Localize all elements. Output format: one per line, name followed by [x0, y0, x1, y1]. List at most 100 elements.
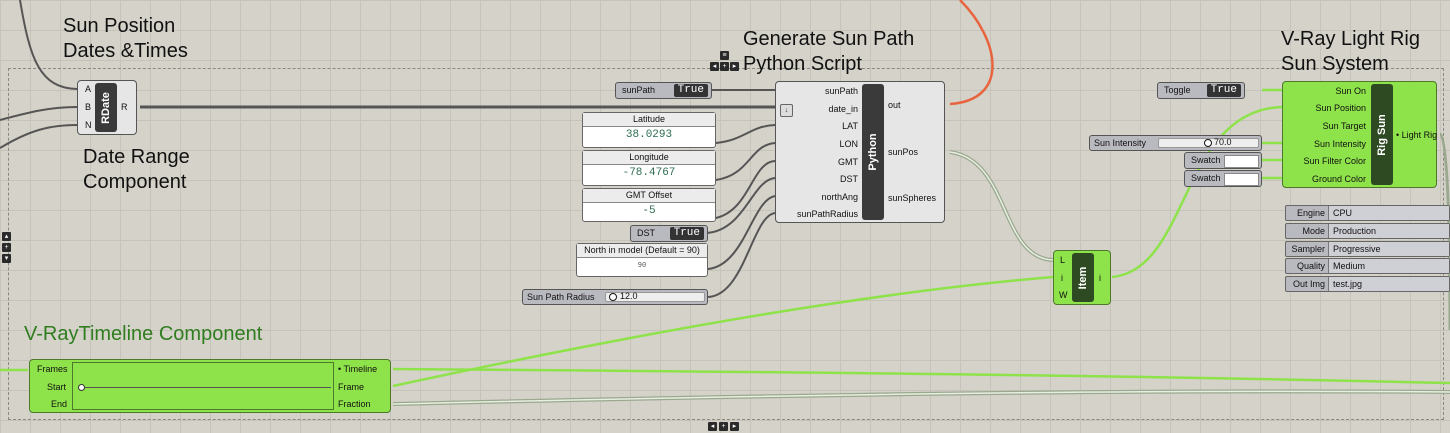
longitude-panel-value[interactable]: -78.4767: [583, 165, 715, 181]
sun-intensity-knob[interactable]: [1204, 139, 1212, 147]
timeline-input-start[interactable]: Start: [47, 381, 66, 393]
timeline-input-frames[interactable]: Frames: [37, 363, 68, 375]
ground-color-swatch[interactable]: Swatch: [1184, 170, 1262, 187]
label-sun-position: Sun Position Dates &Times: [63, 15, 188, 62]
sun-path-radius-value: 12.0: [620, 291, 638, 301]
group-down-icon[interactable]: ▾: [2, 254, 11, 263]
rig-input-sun-filter-color[interactable]: Sun Filter Color: [1303, 155, 1366, 167]
list-item-component[interactable]: L i W Item i: [1053, 250, 1111, 305]
group-up-icon[interactable]: ▴: [2, 232, 11, 241]
north-panel[interactable]: North in model (Default = 90) 90: [576, 243, 708, 277]
wire-radius: [707, 212, 776, 298]
group-add-icon-2[interactable]: +: [2, 243, 11, 252]
python-input-northang[interactable]: northAng: [821, 191, 858, 203]
swatch-1-label: Swatch: [1191, 155, 1221, 165]
group-right-icon-2[interactable]: ▸: [730, 422, 739, 431]
sunpath-toggle[interactable]: sunPath True: [615, 82, 712, 99]
grasshopper-canvas[interactable]: Sun Position Dates &Times Date Range Com…: [0, 0, 1450, 433]
wire-timeline-out: [392, 367, 1450, 385]
rig-input-sun-on[interactable]: Sun On: [1335, 85, 1366, 97]
wire-lat: [715, 124, 776, 144]
group-collapse-icon[interactable]: ≡: [720, 51, 729, 60]
rig-sun-component[interactable]: Sun On Sun Position Sun Target Sun Inten…: [1282, 81, 1437, 188]
timeline-output-fraction[interactable]: Fraction: [338, 398, 371, 410]
sun-intensity-value: 70.0: [1214, 137, 1232, 147]
python-input-gmt[interactable]: GMT: [838, 156, 858, 168]
swatch-2-color[interactable]: [1224, 173, 1259, 186]
group-left-icon-2[interactable]: ◂: [708, 422, 717, 431]
sun-path-radius-knob[interactable]: [609, 293, 617, 301]
label-date-range: Date Range Component: [83, 146, 190, 193]
python-input-dst[interactable]: DST: [840, 173, 858, 185]
wire-north: [707, 195, 776, 270]
timeline-scrubber-area[interactable]: [72, 362, 334, 410]
timeline-input-end[interactable]: End: [51, 398, 67, 410]
gmt-offset-panel[interactable]: GMT Offset -5: [582, 188, 716, 222]
python-output-sunpos[interactable]: sunPos: [888, 146, 918, 158]
rig-input-sun-intensity[interactable]: Sun Intensity: [1314, 138, 1366, 150]
timeline-track[interactable]: [81, 387, 331, 388]
longitude-panel[interactable]: Longitude -78.4767: [582, 150, 716, 186]
rdate-component[interactable]: A B N RDate R: [77, 80, 137, 135]
vray-setting-mode[interactable]: Mode Production: [1285, 223, 1450, 239]
group-add-icon[interactable]: +: [720, 62, 729, 71]
swatch-1-color[interactable]: [1224, 155, 1259, 168]
wire-rdate-n: [0, 124, 78, 149]
label-vray-timeline: V-RayTimeline Component: [24, 323, 263, 345]
sunpath-toggle-value[interactable]: True: [673, 84, 708, 97]
dst-toggle[interactable]: DST True: [630, 225, 708, 242]
item-core: Item: [1072, 253, 1094, 302]
vray-setting-quality[interactable]: Quality Medium: [1285, 258, 1450, 274]
rdate-output-r[interactable]: R: [121, 101, 128, 113]
gmt-offset-panel-value[interactable]: -5: [583, 203, 715, 219]
python-input-sunpath[interactable]: sunPath: [825, 85, 858, 97]
item-input-l[interactable]: L: [1060, 254, 1065, 266]
sun-intensity-slider[interactable]: Sun Intensity 70.0: [1089, 135, 1262, 151]
python-input-lon[interactable]: LON: [839, 138, 858, 150]
item-input-w[interactable]: W: [1059, 289, 1068, 301]
rdate-input-n[interactable]: N: [85, 119, 92, 131]
sun-path-radius-label: Sun Path Radius: [527, 292, 595, 302]
sun-on-toggle-label: Toggle: [1164, 85, 1191, 95]
rig-input-sun-position[interactable]: Sun Position: [1315, 102, 1366, 114]
label-generate-sun-path: Generate Sun Path Python Script: [743, 28, 915, 75]
python-core: Python: [862, 84, 884, 220]
python-output-sunspheres[interactable]: sunSpheres: [888, 192, 936, 204]
python-input-date-in[interactable]: date_in: [828, 103, 858, 115]
timeline-component[interactable]: Frames Start End • Timeline Frame Fracti…: [29, 359, 391, 413]
sun-on-toggle[interactable]: Toggle True: [1157, 82, 1245, 99]
rig-output-light-rig[interactable]: • Light Rig: [1396, 129, 1437, 141]
timeline-handle[interactable]: [78, 384, 85, 391]
python-input-arrow-icon[interactable]: ↓: [780, 104, 793, 117]
group-add-icon-3[interactable]: +: [719, 422, 728, 431]
rig-input-sun-target[interactable]: Sun Target: [1323, 120, 1366, 132]
group-right-icon[interactable]: ▸: [730, 62, 739, 71]
vray-setting-engine[interactable]: Engine CPU: [1285, 205, 1450, 221]
item-output-i[interactable]: i: [1099, 272, 1101, 284]
dst-toggle-label: DST: [637, 228, 655, 238]
python-output-out[interactable]: out: [888, 99, 901, 111]
python-input-sunpathradius[interactable]: sunPathRadius: [797, 208, 858, 220]
wire-item-rig: [1111, 105, 1283, 279]
sun-path-radius-slider[interactable]: Sun Path Radius 12.0: [522, 289, 708, 305]
rdate-input-a[interactable]: A: [85, 83, 91, 95]
sun-on-toggle-value[interactable]: True: [1206, 84, 1241, 97]
timeline-output-frame[interactable]: Frame: [338, 381, 364, 393]
rig-input-ground-color[interactable]: Ground Color: [1312, 173, 1366, 185]
rdate-input-b[interactable]: B: [85, 101, 91, 113]
latitude-panel-value[interactable]: 38.0293: [583, 127, 715, 143]
group-left-icon[interactable]: ◂: [710, 62, 719, 71]
item-input-i[interactable]: i: [1061, 272, 1063, 284]
timeline-output-timeline[interactable]: • Timeline: [338, 363, 377, 375]
python-component[interactable]: ↓ sunPath date_in LAT LON GMT DST northA…: [775, 81, 945, 223]
wire-fraction-out: [392, 389, 1450, 406]
python-input-lat[interactable]: LAT: [842, 120, 858, 132]
dst-toggle-value[interactable]: True: [669, 227, 704, 240]
swatch-2-label: Swatch: [1191, 173, 1221, 183]
vray-setting-out-img[interactable]: Out Img test.jpg: [1285, 276, 1450, 292]
vray-setting-sampler[interactable]: Sampler Progressive: [1285, 241, 1450, 257]
gmt-offset-panel-header: GMT Offset: [583, 189, 715, 203]
latitude-panel[interactable]: Latitude 38.0293: [582, 112, 716, 148]
north-panel-value[interactable]: 90: [577, 258, 707, 274]
filter-color-swatch[interactable]: Swatch: [1184, 152, 1262, 169]
